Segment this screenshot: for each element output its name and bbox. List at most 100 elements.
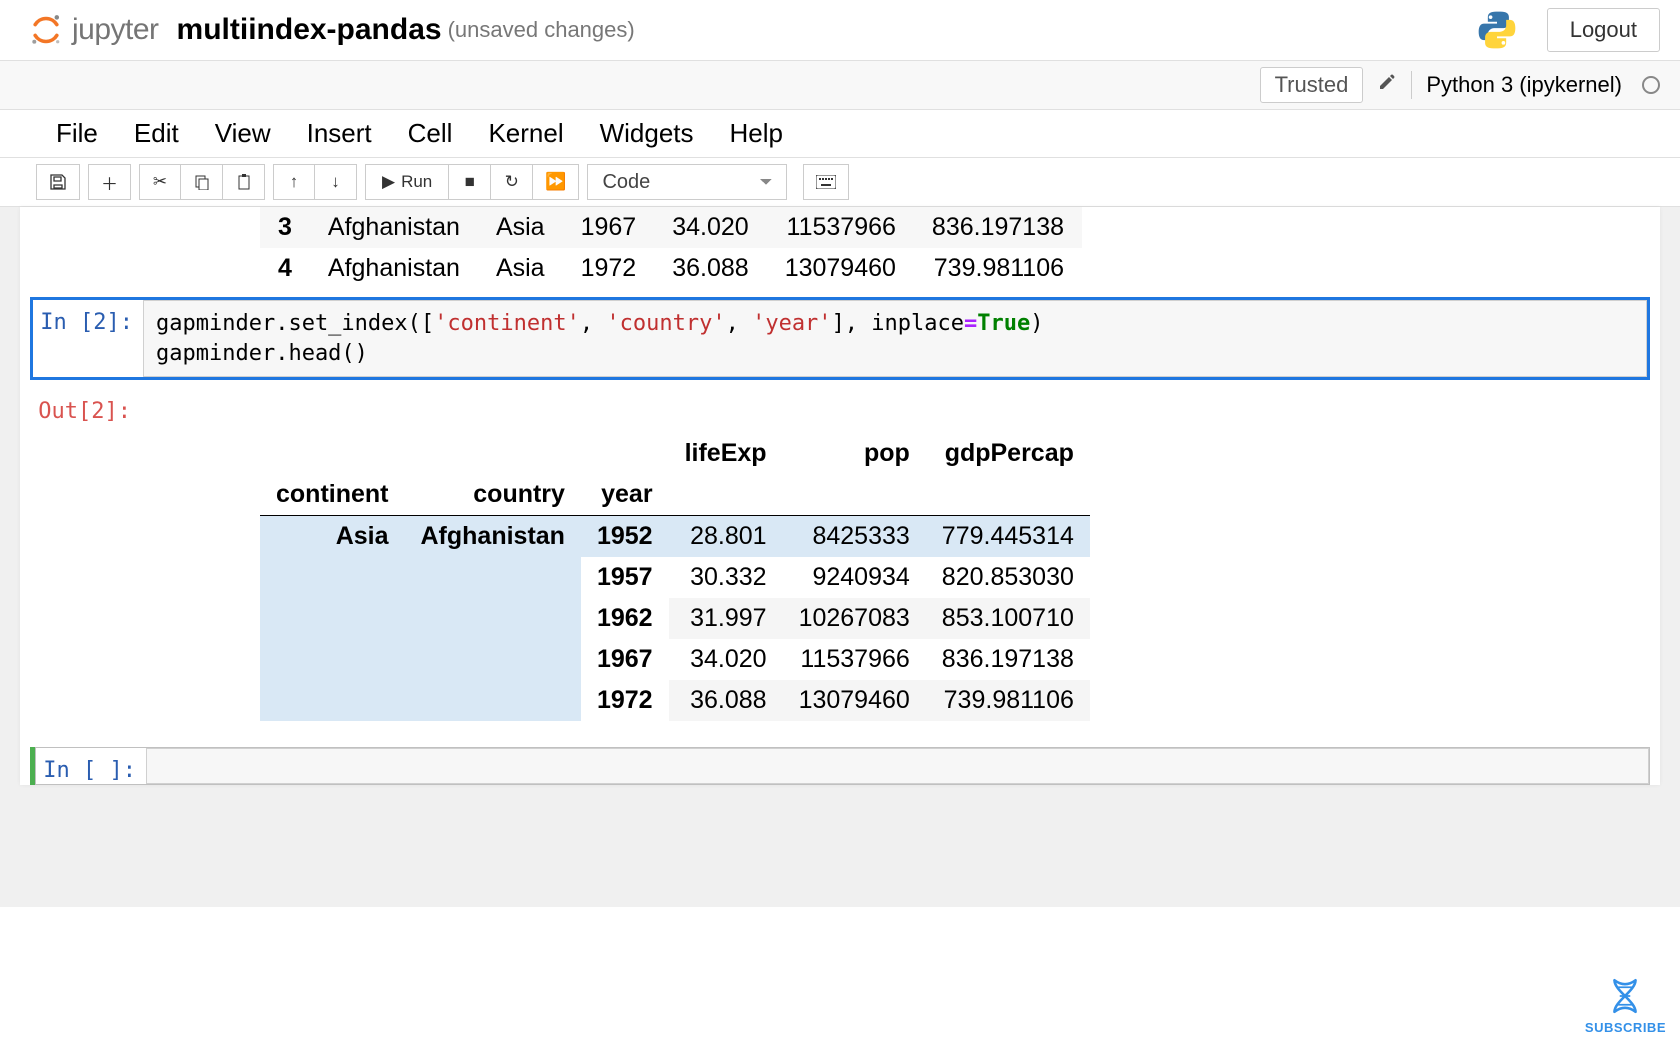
row-index: 4 [260, 248, 310, 289]
kernel-status-bar: Trusted Python 3 (ipykernel) [0, 61, 1680, 110]
trusted-badge[interactable]: Trusted [1260, 67, 1364, 103]
code-input[interactable] [146, 748, 1649, 784]
col-pop: pop [783, 433, 926, 474]
cell-lifeexp: 31.997 [669, 598, 783, 639]
cell-country: Afghanistan [310, 248, 478, 289]
plus-icon: ＋ [101, 170, 118, 195]
cell-pop: 13079460 [767, 248, 914, 289]
keyboard-icon [816, 175, 836, 189]
input-prompt: In [2]: [33, 300, 143, 377]
copy-icon [194, 174, 210, 190]
logout-button[interactable]: Logout [1547, 8, 1660, 52]
cell-continent: Asia [478, 248, 563, 289]
divider [1411, 71, 1412, 99]
arrow-up-icon: ↑ [290, 172, 299, 192]
run-button[interactable]: ▶ Run [365, 164, 449, 200]
empty-code-cell[interactable]: In [ ]: [30, 747, 1650, 785]
notebook-content: 3 Afghanistan Asia 1967 34.020 11537966 … [20, 207, 1660, 785]
idx-country-val: Afghanistan [405, 516, 581, 722]
col-lifeexp: lifeExp [669, 433, 783, 474]
menu-cell[interactable]: Cell [408, 118, 453, 149]
cell-gdp: 853.100710 [926, 598, 1090, 639]
prev-output-table: 3 Afghanistan Asia 1967 34.020 11537966 … [260, 207, 1082, 289]
cell-country: Afghanistan [310, 207, 478, 248]
cell-lifeexp: 34.020 [669, 639, 783, 680]
cell-year: 1967 [563, 207, 655, 248]
cut-button[interactable]: ✂ [139, 164, 181, 200]
kernel-idle-icon [1642, 76, 1660, 94]
menu-file[interactable]: File [56, 118, 98, 149]
code-cell-2[interactable]: In [2]: gapminder.set_index(['continent'… [30, 297, 1650, 380]
menu-bar: File Edit View Insert Cell Kernel Widget… [0, 110, 1680, 158]
cell-pop: 13079460 [783, 680, 926, 721]
command-palette-button[interactable] [803, 164, 849, 200]
idx-continent: continent [260, 474, 405, 516]
cell-type-select[interactable]: Code [587, 164, 787, 200]
index-names-row: continent country year [260, 474, 1090, 516]
cell-gdp: 739.981106 [926, 680, 1090, 721]
jupyter-logo-text: jupyter [72, 13, 159, 47]
subscribe-badge[interactable]: SUBSCRIBE [1585, 975, 1666, 1035]
code-input[interactable]: gapminder.set_index(['continent', 'count… [143, 300, 1647, 377]
col-gdp: gdpPercap [926, 433, 1090, 474]
idx-year-val: 1957 [581, 557, 669, 598]
idx-year-val: 1952 [581, 516, 669, 558]
cell-lifeexp: 36.088 [669, 680, 783, 721]
paste-button[interactable] [223, 164, 265, 200]
interrupt-button[interactable]: ■ [449, 164, 491, 200]
add-cell-button[interactable]: ＋ [88, 164, 131, 200]
cell-gdp: 739.981106 [914, 248, 1082, 289]
table-header-row: lifeExp pop gdpPercap [260, 433, 1090, 474]
restart-button[interactable]: ↻ [491, 164, 533, 200]
toolbar: ＋ ✂ ↑ ↓ ▶ Run ■ ↻ ⏩ Code [0, 158, 1680, 207]
cell-pop: 9240934 [783, 557, 926, 598]
row-index: 3 [260, 207, 310, 248]
jupyter-logo[interactable]: jupyter [28, 12, 159, 48]
menu-widgets[interactable]: Widgets [600, 118, 694, 149]
cell-continent: Asia [478, 207, 563, 248]
kernel-name[interactable]: Python 3 (ipykernel) [1426, 72, 1622, 98]
cell-gdp: 836.197138 [926, 639, 1090, 680]
dna-icon [1604, 975, 1646, 1017]
cell-lifeexp: 36.088 [654, 248, 766, 289]
arrow-down-icon: ↓ [331, 172, 340, 192]
table-row: 4 Afghanistan Asia 1972 36.088 13079460 … [260, 248, 1082, 289]
cell-lifeexp: 30.332 [669, 557, 783, 598]
paste-icon [236, 174, 252, 190]
menu-kernel[interactable]: Kernel [488, 118, 563, 149]
output-cell-2: Out[2]: [30, 388, 1650, 425]
menu-edit[interactable]: Edit [134, 118, 179, 149]
save-button[interactable] [36, 164, 80, 200]
cell-gdp: 779.445314 [926, 516, 1090, 558]
cell-pop: 10267083 [783, 598, 926, 639]
copy-button[interactable] [181, 164, 223, 200]
table-row: Asia Afghanistan 1952 28.801 8425333 779… [260, 516, 1090, 558]
move-down-button[interactable]: ↓ [315, 164, 357, 200]
cell-year: 1972 [563, 248, 655, 289]
menu-insert[interactable]: Insert [307, 118, 372, 149]
python-logo-icon [1475, 8, 1519, 52]
idx-year: year [581, 474, 669, 516]
cell-lifeexp: 28.801 [669, 516, 783, 558]
idx-year-val: 1972 [581, 680, 669, 721]
idx-country: country [405, 474, 581, 516]
table-row: 3 Afghanistan Asia 1967 34.020 11537966 … [260, 207, 1082, 248]
cell-pop: 11537966 [767, 207, 914, 248]
notebook-name[interactable]: multiindex-pandas [177, 13, 442, 47]
cell-lifeexp: 34.020 [654, 207, 766, 248]
menu-help[interactable]: Help [730, 118, 783, 149]
stop-icon: ■ [465, 172, 475, 192]
play-icon: ▶ [382, 172, 395, 192]
scissors-icon: ✂ [153, 172, 167, 192]
restart-icon: ↻ [505, 172, 519, 192]
input-prompt: In [ ]: [36, 748, 146, 784]
idx-year-val: 1962 [581, 598, 669, 639]
restart-run-all-button[interactable]: ⏩ [533, 164, 579, 200]
idx-continent-val: Asia [260, 516, 405, 722]
menu-view[interactable]: View [215, 118, 271, 149]
subscribe-label: SUBSCRIBE [1585, 1020, 1666, 1035]
fast-forward-icon: ⏩ [545, 172, 566, 192]
output-prompt: Out[2]: [31, 389, 141, 424]
move-up-button[interactable]: ↑ [273, 164, 315, 200]
edit-icon[interactable] [1377, 72, 1397, 98]
